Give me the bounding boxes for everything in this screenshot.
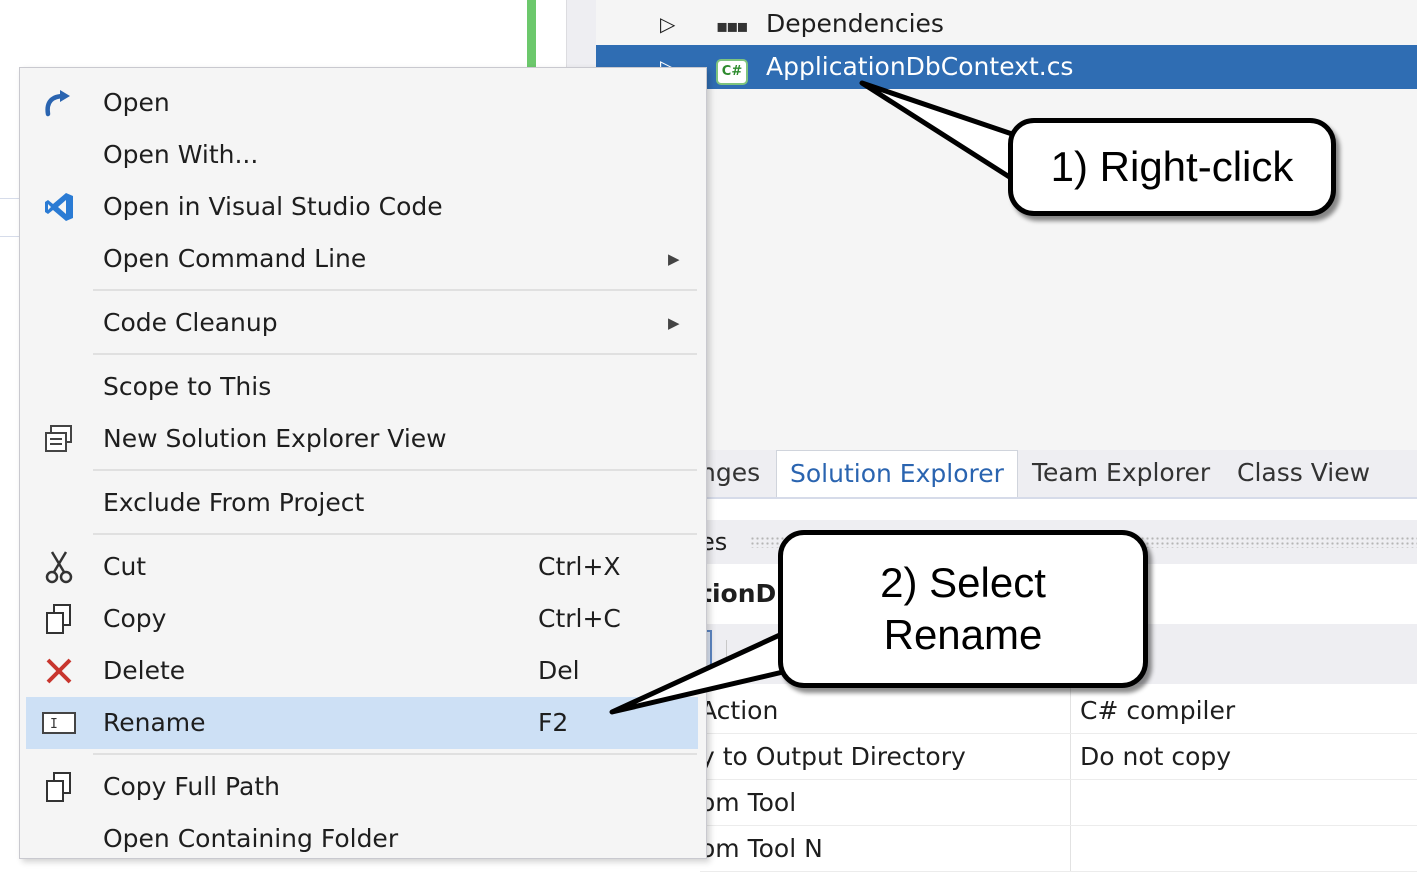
column-divider bbox=[1070, 780, 1071, 825]
callout-text: 2) Select bbox=[880, 559, 1046, 606]
menu-item-rename[interactable]: I Rename F2 bbox=[26, 697, 698, 749]
menu-item-exclude-from-project[interactable]: Exclude From Project bbox=[26, 477, 698, 529]
callout-text: 1) Right-click bbox=[1050, 143, 1294, 190]
property-name: y to Output Directory bbox=[700, 742, 966, 771]
menu-item-label: Scope to This bbox=[103, 372, 272, 401]
menu-item-label: Delete bbox=[103, 656, 186, 685]
menu-separator bbox=[93, 533, 697, 535]
column-divider bbox=[1070, 734, 1071, 779]
tab-git-changes[interactable]: nges bbox=[700, 450, 760, 496]
menu-item-label: Open Command Line bbox=[103, 244, 367, 273]
menu-item-label: Open With... bbox=[103, 140, 259, 169]
menu-item-shortcut: Ctrl+X bbox=[538, 552, 621, 581]
menu-separator bbox=[93, 753, 697, 755]
tab-team-explorer[interactable]: Team Explorer bbox=[1032, 450, 1210, 496]
menu-item-delete[interactable]: Delete Del bbox=[26, 645, 698, 697]
copy-path-icon bbox=[36, 761, 82, 813]
menu-item-label: Cut bbox=[103, 552, 147, 581]
tree-item-label: Dependencies bbox=[766, 9, 944, 38]
property-name: Action bbox=[700, 696, 779, 725]
tree-item-dependencies[interactable]: ▷ ▪▪▪ Dependencies bbox=[596, 2, 1417, 46]
tool-window-tabs: nges Solution Explorer Team Explorer Cla… bbox=[700, 450, 1417, 499]
menu-item-new-solution-explorer-view[interactable]: New Solution Explorer View bbox=[26, 413, 698, 465]
vscode-icon bbox=[36, 181, 82, 233]
menu-item-shortcut: Ctrl+C bbox=[538, 604, 621, 633]
menu-item-label: Open bbox=[103, 88, 170, 117]
menu-item-shortcut: Del bbox=[538, 656, 580, 685]
property-row[interactable]: y to Output Directory Do not copy bbox=[700, 734, 1417, 780]
menu-item-open-command-line[interactable]: Open Command Line ▶ bbox=[26, 233, 698, 285]
tab-solution-explorer[interactable]: Solution Explorer bbox=[776, 450, 1018, 497]
property-value: C# compiler bbox=[1080, 696, 1236, 725]
property-value: Do not copy bbox=[1080, 742, 1232, 771]
menu-item-label: Open in Visual Studio Code bbox=[103, 192, 443, 221]
column-divider bbox=[1070, 688, 1071, 733]
rename-icon: I bbox=[36, 697, 82, 749]
open-arrow-icon bbox=[36, 77, 82, 129]
menu-item-label: Copy Full Path bbox=[103, 772, 280, 801]
submenu-arrow-icon: ▶ bbox=[668, 250, 680, 268]
submenu-arrow-icon: ▶ bbox=[668, 314, 680, 332]
menu-item-label: Exclude From Project bbox=[103, 488, 365, 517]
menu-item-open-containing-folder[interactable]: Open Containing Folder bbox=[26, 813, 698, 865]
menu-item-shortcut: F2 bbox=[538, 708, 569, 737]
tree-item-applicationdbcontext[interactable]: ▷ C# ApplicationDbContext.cs bbox=[596, 45, 1417, 89]
menu-item-cut[interactable]: Cut Ctrl+X bbox=[26, 541, 698, 593]
property-row[interactable]: om Tool N bbox=[700, 826, 1417, 872]
scissors-icon bbox=[36, 541, 82, 593]
tree-item-label: ApplicationDbContext.cs bbox=[766, 52, 1074, 81]
menu-item-open-in-vscode[interactable]: Open in Visual Studio Code bbox=[26, 181, 698, 233]
menu-separator bbox=[93, 289, 697, 291]
property-name: om Tool N bbox=[700, 834, 823, 863]
toolbar-separator bbox=[726, 640, 727, 668]
menu-item-label: Code Cleanup bbox=[103, 308, 278, 337]
menu-item-code-cleanup[interactable]: Code Cleanup ▶ bbox=[26, 297, 698, 349]
delete-x-icon bbox=[36, 645, 82, 697]
svg-text:I: I bbox=[50, 717, 58, 732]
property-name: om Tool bbox=[700, 788, 797, 817]
callout-right-click: 1) Right-click bbox=[1008, 118, 1336, 216]
csharp-file-icon: C# bbox=[716, 45, 748, 89]
menu-item-label: Copy bbox=[103, 604, 167, 633]
tab-class-view[interactable]: Class View bbox=[1237, 450, 1370, 496]
menu-item-open-with[interactable]: Open With... bbox=[26, 129, 698, 181]
expand-arrow-icon[interactable]: ▷ bbox=[660, 2, 675, 46]
dependencies-icon: ▪▪▪ bbox=[716, 16, 749, 37]
context-menu: Open Open With... Open in Visual Studio … bbox=[19, 67, 707, 859]
menu-item-copy[interactable]: Copy Ctrl+C bbox=[26, 593, 698, 645]
menu-item-copy-full-path[interactable]: Copy Full Path bbox=[26, 761, 698, 813]
copy-icon bbox=[36, 593, 82, 645]
menu-item-open[interactable]: Open bbox=[26, 77, 698, 129]
menu-separator bbox=[93, 353, 697, 355]
property-row[interactable]: om Tool bbox=[700, 780, 1417, 826]
solution-explorer: ▷ ▪▪▪ Dependencies ▷ C# ApplicationDbCon… bbox=[596, 0, 1417, 450]
new-explorer-view-icon bbox=[36, 413, 82, 465]
property-row[interactable]: Action C# compiler bbox=[700, 688, 1417, 734]
menu-separator bbox=[93, 469, 697, 471]
column-divider bbox=[1070, 826, 1071, 871]
menu-item-label: Rename bbox=[103, 708, 206, 737]
menu-item-scope-to-this[interactable]: Scope to This bbox=[26, 361, 698, 413]
menu-item-label: New Solution Explorer View bbox=[103, 424, 447, 453]
callout-select-rename: 2) Select Rename bbox=[778, 530, 1148, 688]
menu-item-label: Open Containing Folder bbox=[103, 824, 399, 853]
callout-text: Rename bbox=[883, 611, 1043, 658]
